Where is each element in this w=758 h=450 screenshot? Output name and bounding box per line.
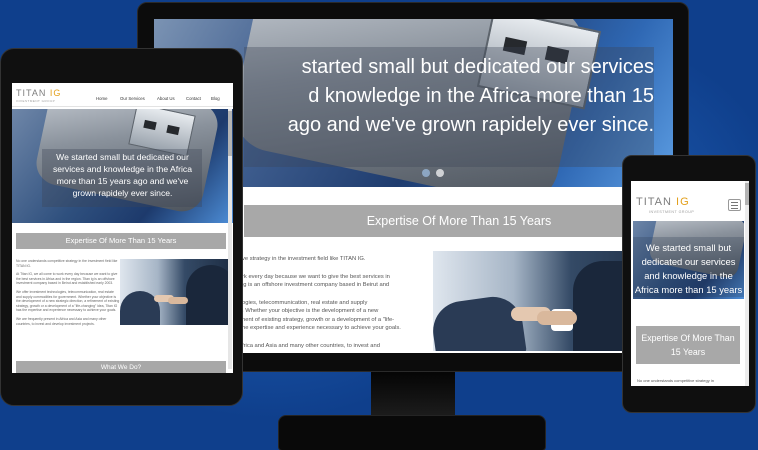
nav-contact[interactable]: Contact (186, 96, 201, 101)
phone-body-text: No one understands competitive strategy … (637, 378, 714, 383)
tablet-body-text: No one understands competitive strategy … (16, 259, 120, 326)
site-logo[interactable]: TITAN IG (16, 88, 61, 98)
phone-screen: TITAN IG INVESTMENT GROUP We started sma… (631, 181, 749, 386)
tablet-expertise-heading: Expertise Of More Than 15 Years (16, 233, 226, 249)
tablet-hero-banner: We started small but dedicated our servi… (12, 109, 233, 223)
phone-scrollbar-thumb[interactable] (745, 183, 749, 205)
tablet-scrollbar-thumb[interactable] (228, 111, 232, 156)
tablet-hero-text: We started small but dedicated our servi… (52, 152, 192, 198)
tablet-navbar: TITAN IG INVESTMENT GROUP Home Our Servi… (12, 83, 233, 107)
phone-device: TITAN IG INVESTMENT GROUP We started sma… (622, 155, 756, 413)
phone-expertise-heading: Expertise Of More Than 15 Years (636, 326, 740, 364)
tablet-device: TITAN IG INVESTMENT GROUP Home Our Servi… (0, 48, 243, 406)
phone-scrollbar[interactable] (745, 181, 749, 386)
handshake-photo (120, 259, 228, 325)
nav-home[interactable]: Home (96, 96, 107, 101)
site-logo[interactable]: TITAN IG (636, 196, 690, 208)
monitor-stand (371, 372, 455, 418)
desktop-body-text: ve strategy in the investment field like… (242, 256, 401, 349)
phone-hero-banner: We started small but dedicated our servi… (633, 221, 744, 299)
nav-services[interactable]: Our Services (120, 96, 145, 101)
site-logo-tagline: INVESTMENT GROUP (16, 99, 56, 103)
tablet-screen: TITAN IG INVESTMENT GROUP Home Our Servi… (12, 83, 233, 373)
slider-dot[interactable] (436, 169, 444, 177)
nav-about[interactable]: About Us (157, 96, 175, 101)
desktop-expertise-heading: Expertise Of More Than 15 Years (244, 205, 673, 237)
site-logo-tagline: INVESTMENT GROUP (649, 210, 695, 214)
hamburger-menu-icon[interactable] (728, 199, 741, 211)
slider-dot-active[interactable] (422, 169, 430, 177)
phone-hero-text: We started small but dedicated our servi… (634, 242, 743, 295)
monitor-base (278, 415, 546, 450)
nav-blog[interactable]: Blog (211, 96, 220, 101)
tablet-what-we-do-heading: What We Do? (16, 361, 226, 373)
desktop-hero-text: started small but dedicated our services… (287, 56, 654, 136)
